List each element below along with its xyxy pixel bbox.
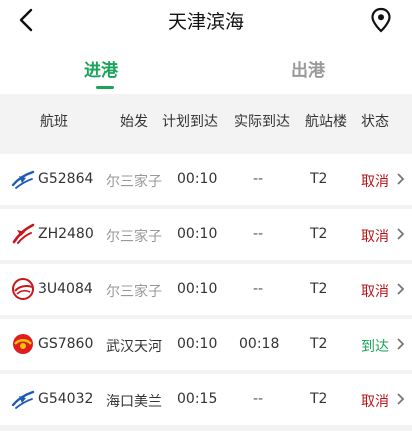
origin-city: 尔三家子 — [106, 284, 162, 300]
chevron-right-icon — [397, 393, 405, 405]
tab-arrivals[interactable]: 进港 — [84, 56, 118, 81]
flight-number: GS7860 — [38, 336, 94, 352]
actual-time: 00:18 — [239, 336, 280, 352]
tab-departures[interactable]: 出港 — [291, 56, 325, 81]
flight-number: ZH2480 — [38, 226, 94, 242]
actual-time: -- — [253, 226, 264, 242]
chevron-right-icon — [397, 173, 405, 185]
table-header: 航班 始发 计划到达 实际到达 航站楼 状态 — [0, 94, 412, 145]
terminal: T2 — [310, 336, 328, 352]
airline-logo-icon — [11, 170, 35, 189]
origin-city: 海口美兰 — [106, 394, 162, 410]
airline-logo-icon — [13, 334, 33, 354]
column-header-scheduled: 计划到达 — [162, 114, 218, 130]
terminal: T2 — [310, 226, 328, 242]
scheduled-time: 00:10 — [177, 226, 218, 242]
airline-logo-icon — [12, 278, 34, 300]
terminal: T2 — [310, 171, 328, 187]
scheduled-time: 00:10 — [177, 171, 218, 187]
page-title: 天津滨海 — [167, 11, 244, 33]
top-bar: 天津滨海 — [0, 0, 412, 40]
active-tab-indicator — [96, 86, 114, 89]
status-badge: 到达 — [361, 339, 389, 355]
table-row[interactable]: G54032 海口美兰 00:15 -- T2 取消 — [0, 374, 412, 425]
table-row[interactable]: ZH2480 尔三家子 00:10 -- T2 取消 — [0, 209, 412, 260]
scheduled-time: 00:10 — [177, 281, 218, 297]
table-row[interactable]: G52864 尔三家子 00:10 -- T2 取消 — [0, 154, 412, 205]
origin-city: 尔三家子 — [106, 174, 162, 190]
column-header-terminal: 航站楼 — [305, 114, 347, 130]
status-badge: 取消 — [361, 394, 389, 410]
chevron-right-icon — [397, 338, 405, 350]
chevron-right-icon — [397, 283, 405, 295]
flight-number: G54032 — [38, 391, 94, 407]
tab-bar: 进港 出港 — [0, 40, 412, 94]
flight-list: G52864 尔三家子 00:10 -- T2 取消 ZH2480 尔三家子 0… — [0, 145, 412, 431]
table-row[interactable]: GS7860 武汉天河 00:10 00:18 T2 到达 — [0, 319, 412, 370]
status-badge: 取消 — [361, 174, 389, 190]
column-header-origin: 始发 — [120, 114, 148, 130]
status-badge: 取消 — [361, 284, 389, 300]
flight-number: 3U4084 — [38, 281, 93, 297]
actual-time: -- — [253, 391, 264, 407]
location-pin-icon[interactable] — [370, 7, 392, 33]
actual-time: -- — [253, 281, 264, 297]
actual-time: -- — [253, 171, 264, 187]
column-header-flight: 航班 — [40, 114, 68, 130]
scheduled-time: 00:15 — [177, 391, 218, 407]
flight-number: G52864 — [38, 171, 94, 187]
airline-logo-icon — [11, 390, 35, 409]
chevron-right-icon — [397, 228, 405, 240]
scheduled-time: 00:10 — [177, 336, 218, 352]
column-header-status: 状态 — [361, 114, 389, 130]
origin-city: 尔三家子 — [106, 229, 162, 245]
terminal: T2 — [310, 281, 328, 297]
airline-logo-icon — [12, 223, 35, 244]
table-row[interactable]: 3U4084 尔三家子 00:10 -- T2 取消 — [0, 264, 412, 315]
column-header-actual: 实际到达 — [234, 114, 290, 130]
terminal: T2 — [310, 391, 328, 407]
origin-city: 武汉天河 — [106, 339, 162, 355]
status-badge: 取消 — [361, 229, 389, 245]
